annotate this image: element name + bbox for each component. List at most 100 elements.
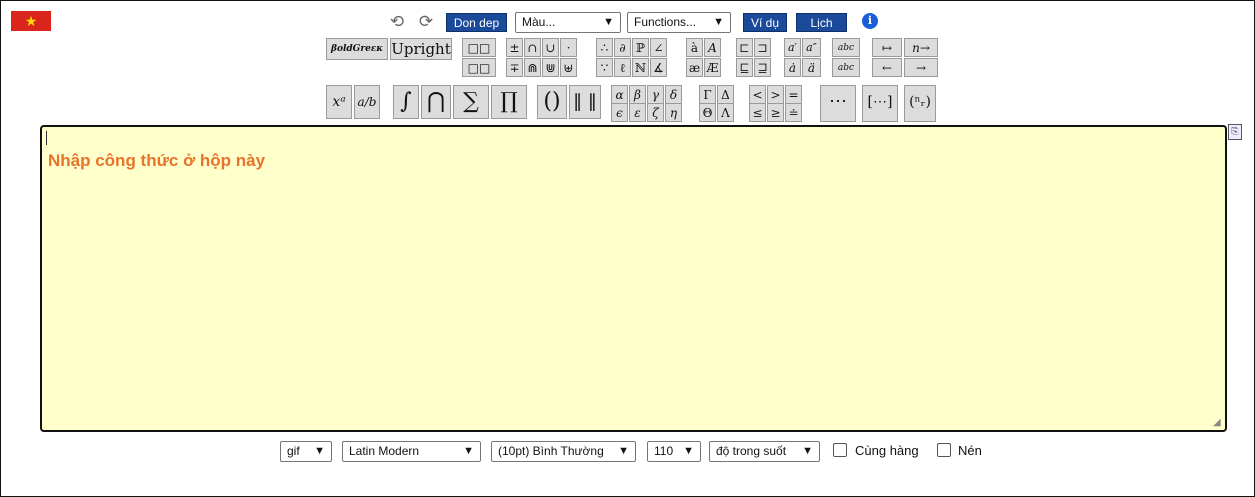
uplus-button[interactable]: ⊎ — [560, 58, 577, 77]
delta-button[interactable]: δ — [665, 85, 682, 104]
color-select[interactable]: Màu... ▼ — [515, 12, 621, 33]
geq-button[interactable]: ≥ — [767, 103, 784, 122]
undo-icon[interactable]: ⟲ — [386, 12, 408, 32]
beta-button[interactable]: β — [629, 85, 646, 104]
cup-button[interactable]: ∪ — [542, 38, 559, 57]
sqsupseteq-button[interactable]: ⊒ — [754, 58, 771, 77]
compress-label: Nén — [958, 443, 982, 458]
subset-button[interactable]: ⊏ — [736, 38, 753, 57]
rightarrow-button[interactable]: → — [904, 58, 938, 77]
integral-button[interactable]: ∫ — [393, 85, 419, 119]
font-select[interactable]: Latin Modern ▼ — [342, 441, 481, 462]
widetilde-button[interactable]: abc — [832, 38, 860, 57]
dpi-select-value: 110 — [654, 444, 674, 458]
equals-button[interactable]: = — [785, 85, 802, 104]
clean-button[interactable]: Don dep — [446, 13, 507, 32]
dpi-select[interactable]: 110 ▼ — [647, 441, 701, 462]
cal-a-button[interactable]: A — [704, 38, 721, 57]
cap-button[interactable]: ∩ — [524, 38, 541, 57]
mapsto-button[interactable]: ↦ — [872, 38, 902, 57]
product-button[interactable]: ∏ — [491, 85, 527, 119]
Theta-button[interactable]: Θ — [699, 103, 716, 122]
alpha-button[interactable]: α — [611, 85, 628, 104]
functions-select-value: Functions... — [634, 15, 697, 29]
matrix-button[interactable]: [⋯] — [862, 85, 898, 122]
supset-button[interactable]: ⊐ — [754, 38, 771, 57]
less-than-button[interactable]: < — [749, 85, 766, 104]
compress-checkbox[interactable] — [937, 443, 951, 457]
bold-greek-button[interactable]: βoldGreεκ — [326, 38, 388, 60]
measuredangle-button[interactable]: ∡ — [650, 58, 667, 77]
copy-icon[interactable]: ⎘ — [1228, 124, 1242, 140]
resize-handle-icon[interactable]: ◢ — [1213, 418, 1223, 428]
language-flag[interactable]: ★ — [11, 11, 51, 31]
font-select-value: Latin Modern — [349, 444, 420, 458]
partial-button[interactable]: ∂ — [614, 38, 631, 57]
mathbb-n-button[interactable]: ℕ — [632, 58, 649, 77]
bigcap-operator-button[interactable]: ⋂ — [421, 85, 451, 119]
varepsilon-button[interactable]: ε — [629, 103, 646, 122]
history-button[interactable]: Lịch sử — [796, 13, 847, 49]
eta-button[interactable]: η — [665, 103, 682, 122]
plusminus-button[interactable]: ± — [506, 38, 523, 57]
angle-button[interactable]: ∠ — [650, 38, 667, 57]
Lambda-button[interactable]: Λ — [717, 103, 734, 122]
upright-button[interactable]: Upright — [390, 38, 452, 60]
bigcap-button[interactable]: ⋒ — [524, 58, 541, 77]
chevron-down-icon: ▼ — [713, 16, 724, 28]
minusplus-button[interactable]: ∓ — [506, 58, 523, 77]
fraction-button[interactable]: a/b — [354, 85, 380, 119]
size-select-value: (10pt) Bình Thường — [498, 444, 604, 458]
greater-than-button[interactable]: > — [767, 85, 784, 104]
ellipsis-button[interactable]: ⋯ — [820, 85, 856, 122]
info-icon[interactable]: i — [862, 13, 878, 29]
superscript-button[interactable]: xᵃ — [326, 85, 352, 119]
redo-icon[interactable]: ⟳ — [415, 12, 437, 32]
bigcup-button[interactable]: ⋓ — [542, 58, 559, 77]
boxes-button-2[interactable]: □□ — [462, 58, 496, 77]
a-dot-button[interactable]: ȧ — [784, 58, 801, 77]
flag-star-icon: ★ — [24, 13, 38, 29]
leq-button[interactable]: ≤ — [749, 103, 766, 122]
ae-button[interactable]: æ — [686, 58, 703, 77]
a-ddot-button[interactable]: ä — [802, 58, 821, 77]
Gamma-button[interactable]: Γ — [699, 85, 716, 104]
chevron-down-icon: ▼ — [683, 445, 694, 457]
imath-button[interactable]: ℓ — [614, 58, 631, 77]
size-select[interactable]: (10pt) Bình Thường ▼ — [491, 441, 636, 462]
binomial-button[interactable]: (ⁿᵣ) — [904, 85, 936, 122]
chevron-down-icon: ▼ — [802, 445, 813, 457]
background-select[interactable]: độ trong suốt ▼ — [709, 441, 820, 462]
zeta-button[interactable]: ζ — [647, 103, 664, 122]
because-button[interactable]: ∵ — [596, 58, 613, 77]
a-grave-button[interactable]: à — [686, 38, 703, 57]
formula-input[interactable]: Nhập công thức ở hộp này ◢ — [40, 125, 1227, 432]
widehat-button[interactable]: abc — [832, 58, 860, 77]
doteq-button[interactable]: ≐ — [785, 103, 802, 122]
examples-button[interactable]: Ví dụ — [743, 13, 787, 32]
text-caret — [46, 131, 47, 145]
leftarrow-button[interactable]: ← — [872, 58, 902, 77]
chevron-down-icon: ▼ — [463, 445, 474, 457]
inline-checkbox[interactable] — [833, 443, 847, 457]
chevron-down-icon: ▼ — [603, 16, 614, 28]
a-dprime-button[interactable]: a″ — [802, 38, 821, 57]
epsilon-button[interactable]: ϵ — [611, 103, 628, 122]
format-select-value: gif — [287, 444, 300, 458]
AE-button[interactable]: Æ — [704, 58, 721, 77]
Delta-button[interactable]: Δ — [717, 85, 734, 104]
functions-select[interactable]: Functions... ▼ — [627, 12, 731, 33]
parentheses-button[interactable]: () — [537, 85, 567, 119]
boxes-button-1[interactable]: □□ — [462, 38, 496, 57]
gamma-button[interactable]: γ — [647, 85, 664, 104]
format-select[interactable]: gif ▼ — [280, 441, 332, 462]
background-select-value: độ trong suốt — [716, 444, 787, 458]
mathbb-p-button[interactable]: ℙ — [632, 38, 649, 57]
sqsubseteq-button[interactable]: ⊑ — [736, 58, 753, 77]
therefore-button[interactable]: ∴ — [596, 38, 613, 57]
norm-button[interactable]: ‖ ‖ — [569, 85, 601, 119]
sum-button[interactable]: ∑ — [453, 85, 489, 119]
n-to-button[interactable]: n→ — [904, 38, 938, 57]
a-prime-button[interactable]: a′ — [784, 38, 801, 57]
cdot-button[interactable]: · — [560, 38, 577, 57]
